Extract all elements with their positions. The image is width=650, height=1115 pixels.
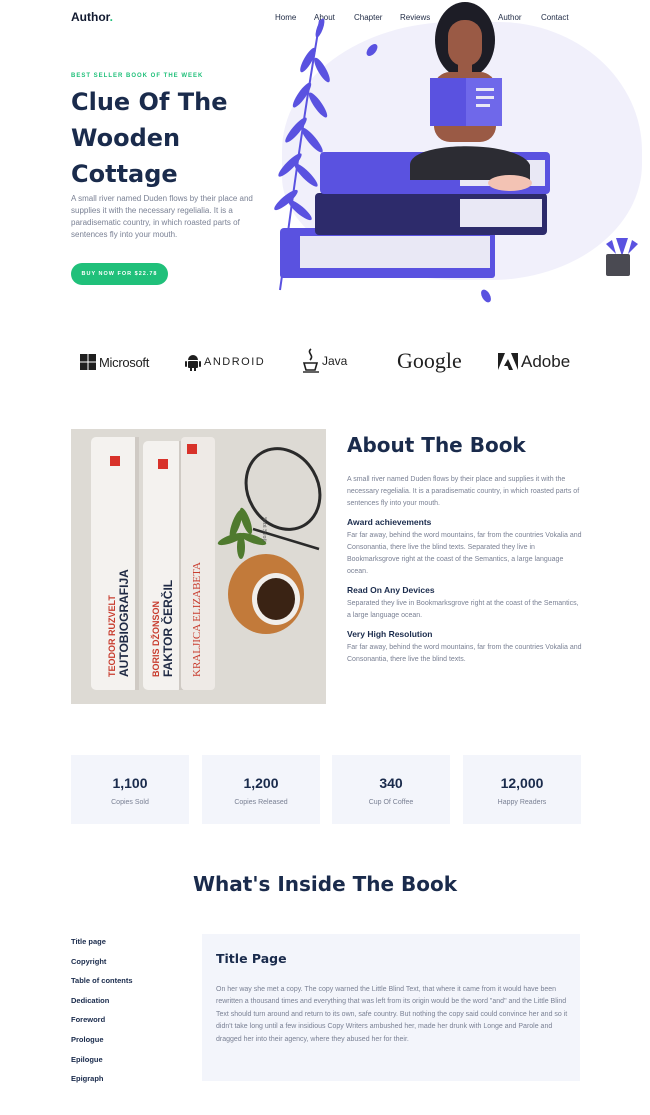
feature-title: Read On Any Devices bbox=[347, 585, 435, 595]
chapter-preview-card: Title Page On her way she met a copy. Th… bbox=[202, 934, 580, 1081]
stat-value: 340 bbox=[379, 775, 403, 791]
logo-text: Java bbox=[322, 354, 348, 368]
publisher-icon bbox=[110, 456, 120, 466]
book-title: Sebi Svoji bbox=[261, 517, 267, 542]
partner-logos: Microsoft ANDROID Java Google Adobe bbox=[71, 340, 580, 384]
toc-item[interactable]: Table of contents bbox=[71, 975, 133, 995]
adobe-icon bbox=[498, 353, 518, 370]
toc-item[interactable]: Dedication bbox=[71, 995, 133, 1015]
book-author: KRALJICA ELIZABETA bbox=[191, 562, 203, 677]
logo-text: Adobe bbox=[521, 352, 571, 371]
book-author: TEODOR RUZVELT bbox=[107, 595, 117, 677]
book-title: FAKTOR ČERČIL bbox=[161, 579, 175, 677]
hero-description: A small river named Duden flows by their… bbox=[71, 194, 253, 239]
book-spine: TEODOR RUZVELT AUTOBIOGRAFIJA bbox=[107, 477, 131, 677]
publisher-icon bbox=[187, 444, 197, 454]
buy-now-button[interactable]: BUY NOW FOR $22.78 bbox=[71, 263, 168, 285]
about-body: A small river named Duden flows by their… bbox=[347, 474, 583, 666]
publisher-icon bbox=[158, 459, 168, 469]
about-title: About The Book bbox=[347, 433, 526, 457]
reading-woman-illustration bbox=[274, 2, 638, 303]
stat-card: 1,100 Copies Sold bbox=[71, 755, 189, 824]
hero-title-line: Cottage bbox=[71, 160, 178, 188]
stat-label: Cup Of Coffee bbox=[368, 799, 414, 806]
stat-card: 1,200 Copies Released bbox=[202, 755, 320, 824]
stat-label: Happy Readers bbox=[497, 799, 547, 806]
android-logo: ANDROID bbox=[185, 353, 265, 371]
feature-text: Far far away, behind the word mountains,… bbox=[347, 532, 582, 575]
leaf-icon bbox=[366, 44, 378, 56]
book-author: BORIS DŽONSON bbox=[151, 600, 161, 677]
logo-text: Microsoft bbox=[99, 354, 150, 370]
potted-plant-icon bbox=[606, 238, 638, 276]
table-of-contents: Title page Copyright Table of contents D… bbox=[71, 936, 133, 1093]
chapter-text: On her way she met a copy. The copy warn… bbox=[216, 986, 568, 1043]
feature-text: Far far away, behind the word mountains,… bbox=[347, 644, 582, 663]
microsoft-icon bbox=[80, 354, 96, 370]
about-intro: A small river named Duden flows by their… bbox=[347, 476, 580, 507]
stat-card: 340 Cup Of Coffee bbox=[332, 755, 450, 824]
toc-item[interactable]: Epigraph bbox=[71, 1073, 133, 1093]
woman-reading-icon bbox=[410, 2, 532, 191]
feature-title: Very High Resolution bbox=[347, 629, 433, 639]
google-logo: Google bbox=[397, 348, 462, 374]
inside-section-title: What's Inside The Book bbox=[192, 872, 458, 896]
stat-value: 1,200 bbox=[243, 775, 279, 791]
java-logo: Java bbox=[302, 348, 347, 374]
site-logo[interactable]: Author. bbox=[71, 10, 113, 24]
coffee-cup-icon bbox=[228, 554, 304, 634]
hero-eyebrow: BEST SELLER BOOK OF THE WEEK bbox=[71, 73, 204, 79]
stat-value: 12,000 bbox=[500, 775, 544, 791]
leaf-icon bbox=[481, 289, 491, 303]
microsoft-logo: Microsoft bbox=[80, 354, 149, 370]
feature-text: Separated they live in Bookmarksgrove ri… bbox=[347, 600, 579, 619]
stat-card: 12,000 Happy Readers bbox=[463, 755, 581, 824]
stat-label: Copies Sold bbox=[111, 799, 149, 806]
adobe-logo: Adobe bbox=[498, 352, 570, 372]
android-icon bbox=[185, 355, 201, 371]
toc-item[interactable]: Copyright bbox=[71, 956, 133, 976]
stat-label: Copies Released bbox=[234, 799, 288, 806]
hero-title-line: Wooden bbox=[71, 124, 181, 152]
book-spine: BORIS DŽONSON FAKTOR ČERČIL bbox=[151, 477, 175, 677]
java-cup-icon bbox=[302, 348, 319, 373]
feature-title: Award achievements bbox=[347, 517, 432, 527]
chapter-title: Title Page bbox=[216, 951, 287, 966]
logo-text: ANDROID bbox=[204, 356, 266, 368]
about-book-photo: TEODOR RUZVELT AUTOBIOGRAFIJA BORIS DŽON… bbox=[71, 429, 326, 704]
hero-title: Clue Of The Wooden Cottage bbox=[71, 84, 271, 192]
hero-title-line: Clue Of The bbox=[71, 88, 228, 116]
toc-item[interactable]: Prologue bbox=[71, 1034, 133, 1054]
book-spine: KRALJICA ELIZABETA bbox=[191, 477, 203, 677]
logo-text: Google bbox=[397, 348, 462, 373]
toc-item[interactable]: Foreword bbox=[71, 1014, 133, 1034]
toc-item[interactable]: Title page bbox=[71, 936, 133, 956]
toc-item[interactable]: Epilogue bbox=[71, 1054, 133, 1074]
book-title: AUTOBIOGRAFIJA bbox=[117, 569, 131, 677]
stat-value: 1,100 bbox=[112, 775, 148, 791]
